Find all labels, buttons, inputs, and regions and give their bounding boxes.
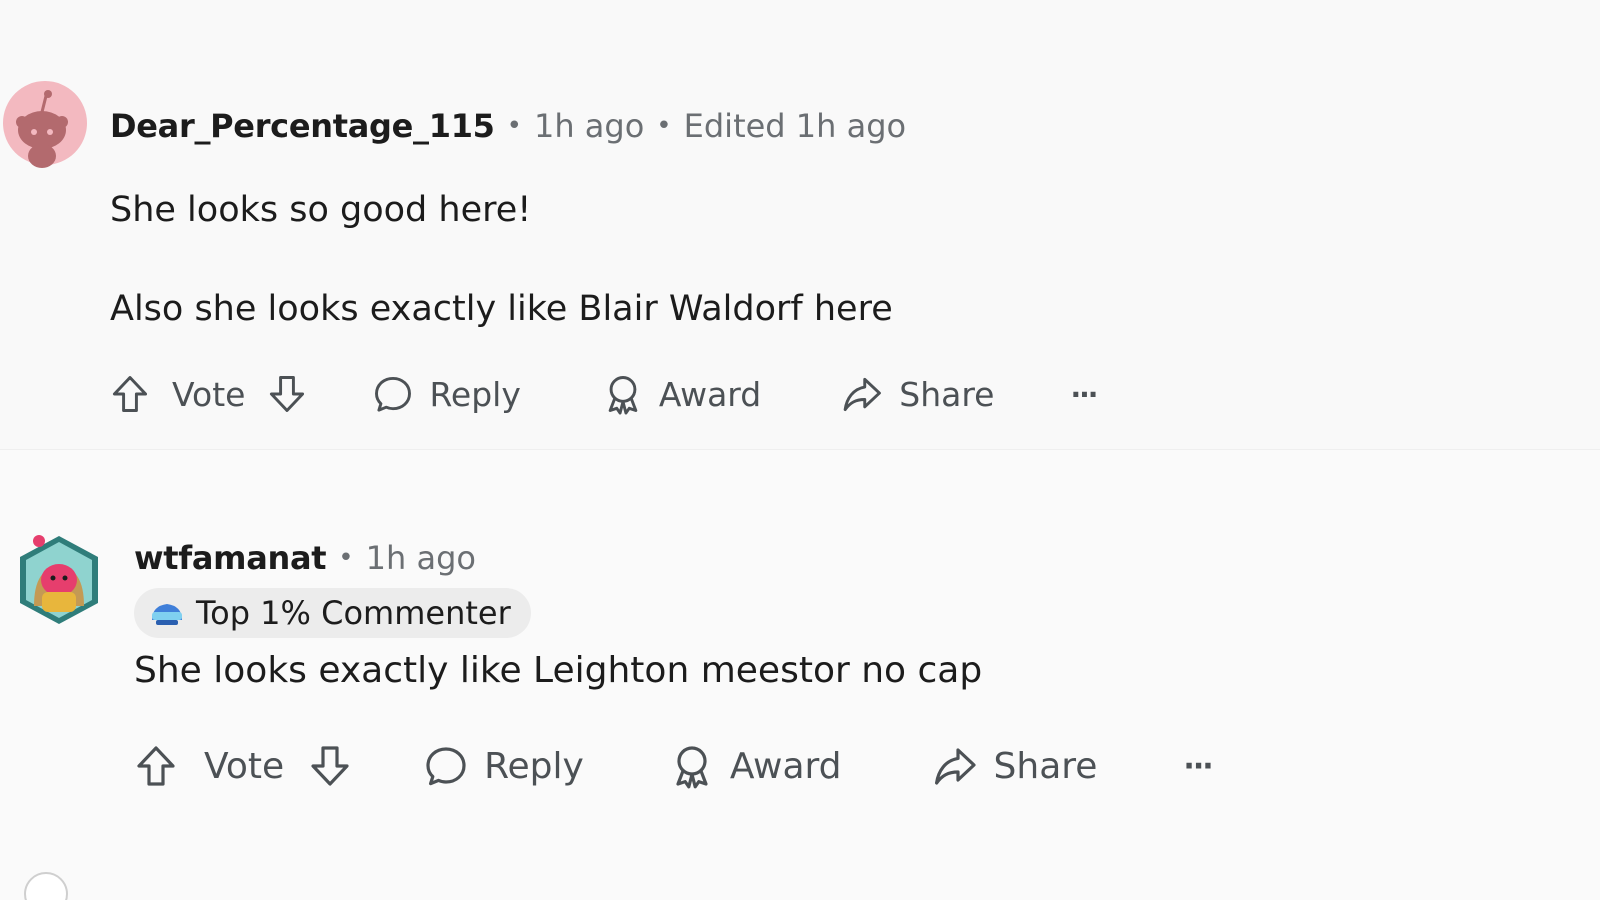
meta-separator: • [506, 111, 522, 141]
comment-text: She looks so good here! [110, 190, 532, 230]
comment: Dear_Percentage_115 • 1h ago • Edited 1h… [0, 0, 1600, 450]
reply-label: Reply [429, 374, 521, 414]
share-arrow-icon [843, 377, 882, 412]
award-button[interactable]: Award [601, 372, 761, 416]
arrow-up-icon[interactable] [132, 742, 180, 790]
username[interactable]: Dear_Percentage_115 [110, 107, 495, 145]
commenter-badge-icon [152, 604, 182, 625]
share-arrow-icon [934, 748, 976, 785]
reply-label: Reply [484, 745, 584, 787]
arrow-down-icon[interactable] [265, 372, 309, 416]
speech-bubble-icon [426, 747, 466, 786]
share-button[interactable]: Share [930, 742, 1098, 790]
comment-text: She looks exactly like Leighton meestor … [134, 650, 983, 691]
reply-button[interactable]: Reply [371, 372, 521, 416]
vote-label: Vote [204, 745, 285, 787]
meta-separator: • [656, 111, 672, 141]
award-label: Award [658, 374, 762, 414]
comment-meta: Dear_Percentage_115 • 1h ago • Edited 1h… [110, 104, 906, 148]
vote-label: Vote [172, 374, 246, 414]
more-options-button[interactable]: ··· [1183, 749, 1213, 784]
username[interactable]: wtfamanat [134, 539, 327, 577]
share-label: Share [899, 374, 995, 414]
user-flair: Top 1% Commenter [134, 588, 531, 638]
user-avatar[interactable] [12, 528, 106, 628]
timestamp[interactable]: 1h ago [366, 539, 476, 577]
user-avatar[interactable] [2, 78, 88, 168]
more-options-button[interactable]: ··· [1070, 378, 1098, 411]
reply-button[interactable]: Reply [422, 742, 584, 790]
edited-label: Edited 1h ago [683, 107, 907, 145]
meta-separator: • [338, 543, 354, 573]
award-ribbon-icon [608, 376, 638, 415]
flair-label: Top 1% Commenter [196, 594, 511, 632]
share-label: Share [993, 745, 1098, 787]
comment-text: Also she looks exactly like Blair Waldor… [110, 289, 893, 329]
comment-thread: Dear_Percentage_115 • 1h ago • Edited 1h… [0, 0, 1600, 900]
award-button[interactable]: Award [668, 742, 842, 790]
share-button[interactable]: Share [839, 372, 994, 416]
comment-meta: wtfamanat • 1h ago [134, 536, 476, 580]
timestamp[interactable]: 1h ago [534, 107, 644, 145]
arrow-up-icon[interactable] [108, 372, 152, 416]
comment-actions: Vote Reply Award Share ··· [108, 368, 1098, 420]
award-label: Award [729, 745, 842, 787]
vote-group: Vote [108, 372, 309, 416]
comment-actions: Vote Reply Award Share ··· [132, 738, 1214, 794]
award-ribbon-icon [676, 746, 708, 789]
vote-group: Vote [132, 742, 354, 790]
speech-bubble-icon [375, 376, 412, 412]
arrow-down-icon[interactable] [306, 742, 354, 790]
